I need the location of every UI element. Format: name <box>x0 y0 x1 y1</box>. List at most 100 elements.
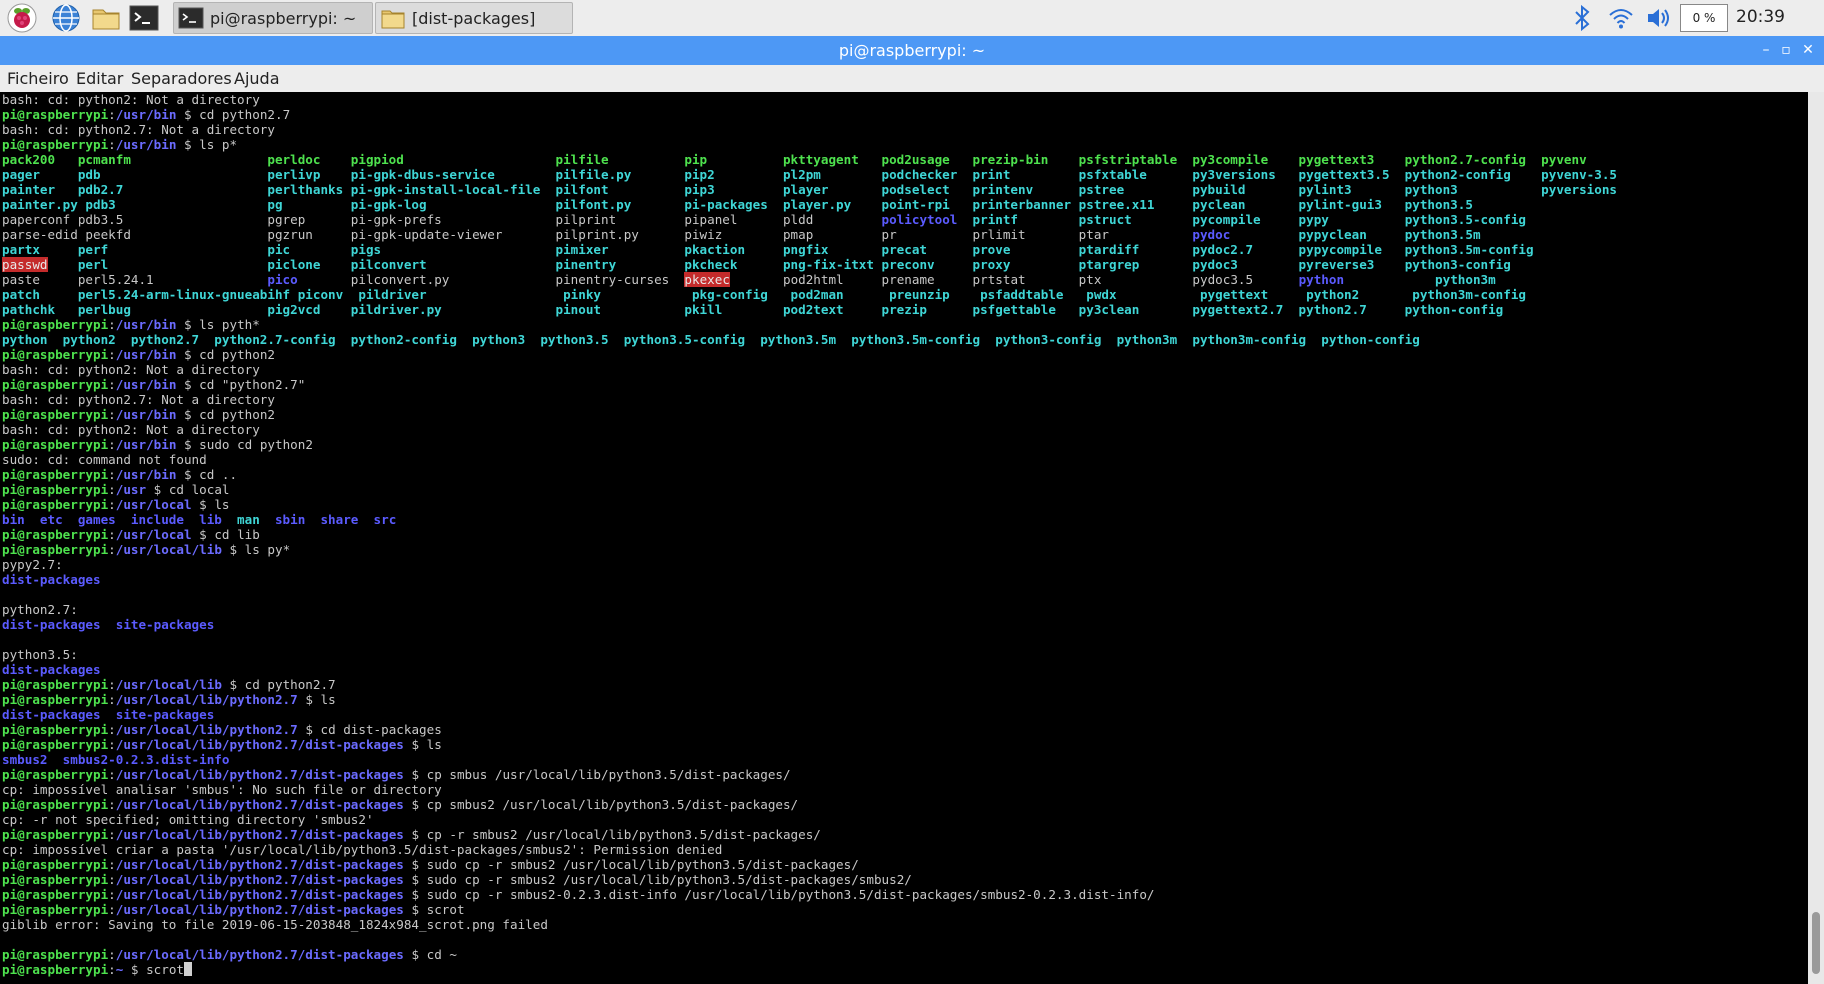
terminal-line: pi@raspberrypi:/usr/local/lib/python2.7/… <box>2 887 1155 902</box>
terminal-text: pack200 pcmanfm perldoc pigpiod pilfile … <box>2 152 1587 167</box>
terminal-text: $ cd python2 <box>176 407 275 422</box>
terminal-text: $ cd python2.7 <box>221 677 336 692</box>
bluetooth-icon[interactable] <box>1570 2 1594 34</box>
volume-icon[interactable] <box>1644 2 1674 34</box>
terminal-text: /usr <box>115 482 147 497</box>
terminal-text: dist-packages <box>2 572 101 587</box>
terminal-output[interactable]: bash: cd: python2: Not a directory pi@ras… <box>0 92 1808 984</box>
terminal-text: printf pstruct pycompile pypy python3.5-… <box>957 212 1527 227</box>
terminal-text: bash: cd: python2: Not a directory <box>2 422 260 437</box>
terminal-line: pi@raspberrypi:/usr/bin $ cd python2 <box>2 347 275 362</box>
terminal-line: pi@raspberrypi:/usr/local/lib/python2.7/… <box>2 737 442 752</box>
window-title: pi@raspberrypi: ~ <box>838 41 986 60</box>
terminal-text: pi@raspberrypi <box>2 797 109 812</box>
close-button[interactable]: ✕ <box>1798 40 1818 60</box>
terminal-text: pi@raspberrypi <box>2 317 109 332</box>
raspberry-menu-icon[interactable] <box>6 2 38 34</box>
terminal-text: /usr/bin <box>115 407 177 422</box>
terminal-text: $ scrot <box>403 902 465 917</box>
terminal-text: pi@raspberrypi <box>2 947 109 962</box>
terminal-text: pi@raspberrypi <box>2 497 109 512</box>
terminal-text: /usr/local/lib/python2.7/dist-packages <box>115 797 404 812</box>
terminal-launcher-icon[interactable] <box>128 2 160 34</box>
terminal-text: painter.py pdb3 pg pi-gpk-log pilfont.py… <box>2 197 1473 212</box>
terminal-text: passwd <box>2 257 48 272</box>
terminal-text: cp: -r not specified; omitting directory… <box>2 812 374 827</box>
terminal-text: $ sudo cp -r smbus2 /usr/local/lib/pytho… <box>403 857 859 872</box>
terminal-line: pi@raspberrypi:/usr/bin $ ls pyth* <box>2 317 260 332</box>
terminal-text: pi@raspberrypi <box>2 542 109 557</box>
terminal-text: : <box>108 737 116 752</box>
terminal-text: python <box>1298 272 1345 287</box>
terminal-text: python python2 python2.7 python2.7-confi… <box>2 332 1420 347</box>
terminal-text: /usr/local/lib/python2.7/dist-packages <box>115 827 404 842</box>
terminal-text: /usr/local/lib/python2.7/dist-packages <box>115 872 404 887</box>
terminal-line: pi@raspberrypi:/usr $ cd local <box>2 482 230 497</box>
terminal-text: : <box>108 827 116 842</box>
terminal-text: sudo: cd: command not found <box>2 452 207 467</box>
minimize-button[interactable]: – <box>1756 40 1776 60</box>
terminal-icon <box>178 6 204 30</box>
terminal-text: /usr/bin <box>115 107 177 122</box>
terminal-text: /usr/local <box>115 527 192 542</box>
terminal-text: : <box>108 677 116 692</box>
terminal-text: $ ls p* <box>176 137 238 152</box>
menu-ajuda[interactable]: Ajuda <box>234 69 280 88</box>
terminal-line: smbus2 smbus2-0.2.3.dist-info <box>2 752 229 767</box>
terminal-text: sbin share src <box>259 512 397 527</box>
terminal-text: /usr/local/lib/python2.7/dist-packages <box>115 947 404 962</box>
menu-editar[interactable]: Editar <box>76 69 123 88</box>
terminal-text: $ cd lib <box>191 527 260 542</box>
browser-globe-icon[interactable] <box>50 2 82 34</box>
terminal-text: pkexec <box>684 272 730 287</box>
terminal-text: /usr/bin <box>115 467 177 482</box>
scrollbar-thumb[interactable] <box>1812 912 1820 974</box>
menu-separadores[interactable]: Separadores <box>131 69 232 88</box>
terminal-text: /usr/local/lib/python2.7/dist-packages <box>115 902 404 917</box>
terminal-text: pi@raspberrypi <box>2 887 109 902</box>
terminal-line: painter pdb2.7 perlthanks pi-gpk-install… <box>2 182 1617 197</box>
terminal-text: $ cd dist-packages <box>297 722 442 737</box>
terminal-text: pi@raspberrypi <box>2 692 109 707</box>
terminal-line: pi@raspberrypi:/usr/local/lib/python2.7/… <box>2 947 457 962</box>
terminal-line: pi@raspberrypi:/usr/bin $ cd python2 <box>2 407 275 422</box>
terminal-text: /usr/local/lib/python2.7/dist-packages <box>115 887 404 902</box>
terminal-text: : <box>108 317 116 332</box>
folder-icon <box>380 6 406 30</box>
terminal-text: $ cd "python2.7" <box>176 377 306 392</box>
maximize-button[interactable]: ▫ <box>1776 40 1796 60</box>
clock[interactable]: 20:39 <box>1736 7 1785 27</box>
terminal-text: man <box>237 512 260 527</box>
wifi-icon[interactable] <box>1606 2 1636 34</box>
menu-ficheiro[interactable]: Ficheiro <box>7 69 69 88</box>
terminal-line: pack200 pcmanfm perldoc pigpiod pilfile … <box>2 152 1587 167</box>
task-file-manager[interactable]: [dist-packages] <box>375 2 573 34</box>
terminal-text: $ sudo cd python2 <box>176 437 313 452</box>
cpu-monitor[interactable]: 0 % <box>1680 4 1728 32</box>
window-titlebar[interactable]: pi@raspberrypi: ~ – ▫ ✕ <box>0 36 1824 65</box>
terminal-line: dist-packages <box>2 572 101 587</box>
terminal-text: : <box>108 467 116 482</box>
terminal-text: : <box>108 377 116 392</box>
terminal-line: bash: cd: python2: Not a directory <box>2 92 260 107</box>
terminal-text: parse-edid peekfd pgzrun pi-gpk-update-v… <box>2 227 1193 242</box>
terminal-text: /usr/local/lib <box>115 677 222 692</box>
terminal-text: : <box>108 902 116 917</box>
terminal-line: paste perl5.24.1 pico pilconvert.py pine… <box>2 272 1496 287</box>
terminal-line: pi@raspberrypi:/usr/bin $ sudo cd python… <box>2 437 313 452</box>
terminal-line: dist-packages <box>2 662 101 677</box>
terminal-scrollbar[interactable] <box>1808 92 1824 984</box>
terminal-text: $ scrot <box>123 962 185 977</box>
terminal-text: bash: cd: python2.7: Not a directory <box>2 122 275 137</box>
file-manager-icon[interactable] <box>90 2 122 34</box>
terminal-text: bash: cd: python2: Not a directory <box>2 362 260 377</box>
terminal-text: : <box>108 947 116 962</box>
terminal-text: /usr/local/lib/python2.7/dist-packages <box>115 737 404 752</box>
terminal-line: patch perl5.24-arm-linux-gnueabihf picon… <box>2 287 1526 302</box>
terminal-text: bash: cd: python2.7: Not a directory <box>2 392 275 407</box>
terminal-text: dist-packages <box>2 662 101 677</box>
terminal-text: patch perl5.24-arm-linux-gnueabihf picon… <box>2 287 1526 302</box>
task-terminal[interactable]: pi@raspberrypi: ~ <box>173 2 373 34</box>
terminal-line: pi@raspberrypi:/usr/local $ ls <box>2 497 230 512</box>
terminal-line: pi@raspberrypi:/usr/local/lib/python2.7/… <box>2 902 465 917</box>
